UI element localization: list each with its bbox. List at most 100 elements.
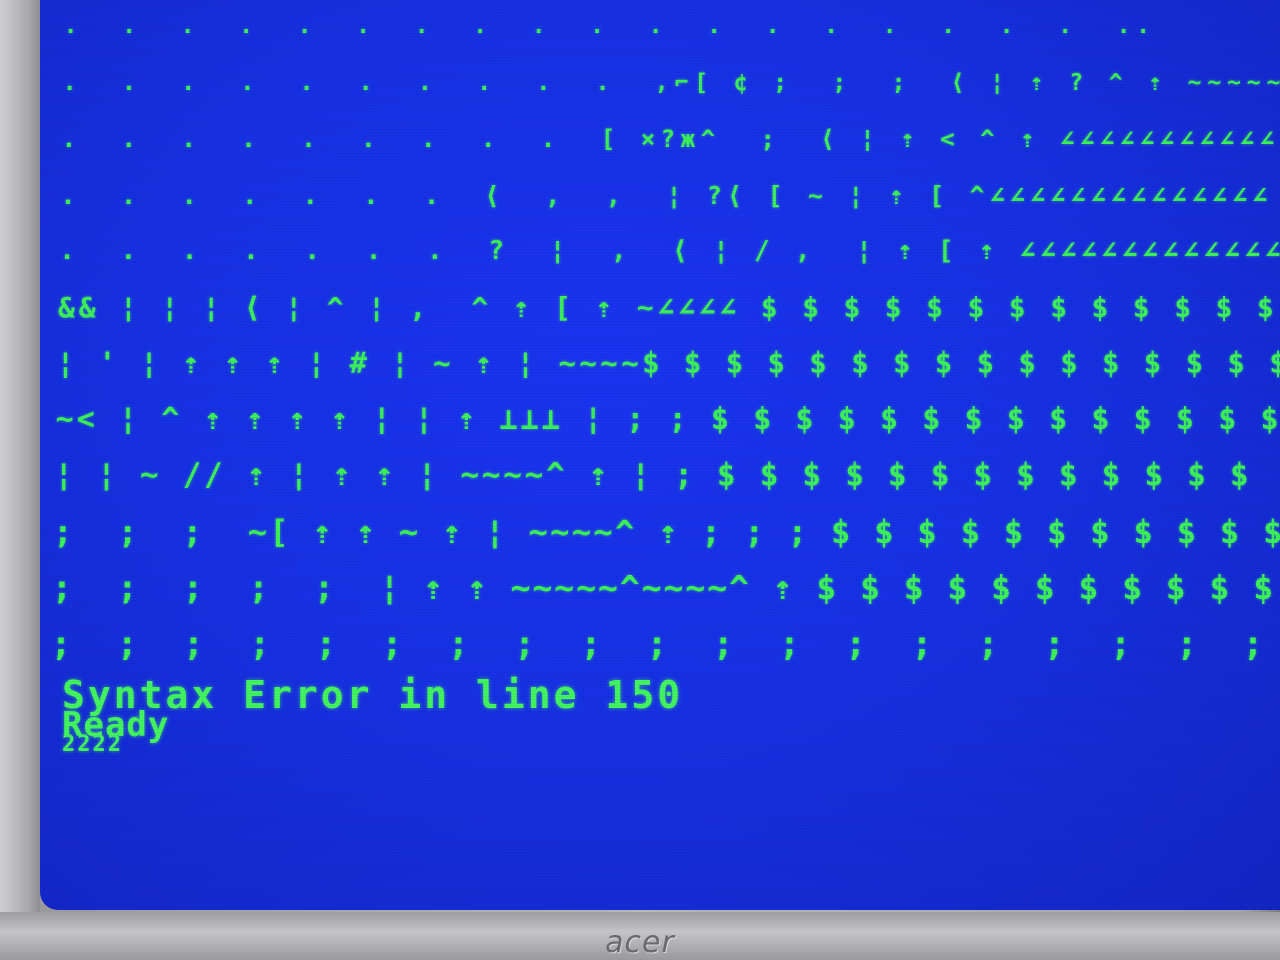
screen-glyph: ∠ <box>1119 125 1135 153</box>
screen-glyph: . <box>121 125 136 153</box>
screen-glyph: ; <box>514 623 535 664</box>
screen-glyph: $ <box>809 346 827 380</box>
screen-glyph: $ <box>1269 346 1280 380</box>
screen-glyph: $ <box>922 401 941 437</box>
screen-glyph: ∠ <box>1101 236 1118 266</box>
screen-glyph: $ <box>1263 512 1280 551</box>
screen-glyph: ~ <box>663 568 684 607</box>
screen-glyph: & <box>78 290 96 324</box>
screen-glyph: ~ <box>528 512 548 551</box>
screen-glyph: ∠ <box>1159 125 1175 153</box>
screen-glyph: ¦ <box>485 512 505 551</box>
screen-glyph: ∠ <box>1099 125 1115 153</box>
screen-glyph: ^ <box>980 125 995 153</box>
screen-glyph: ⇡ <box>772 568 793 607</box>
screen-glyph: ~ <box>1227 69 1241 96</box>
screen-glyph: ' <box>98 346 117 380</box>
screen-glyph: & <box>58 290 75 324</box>
screen-glyph: $ <box>1143 346 1162 380</box>
screen-glyph: ¦ <box>119 401 138 437</box>
screen-glyph: $ <box>1078 568 1099 607</box>
screen-glyph: $ <box>1133 512 1153 551</box>
screen-glyph: ; <box>448 623 469 664</box>
screen-glyph: ∠ <box>1179 125 1195 153</box>
screen-glyph: ¦ <box>860 125 875 153</box>
screen-glyph: $ <box>1165 568 1186 607</box>
screen-glyph: . <box>64 14 78 39</box>
screen-glyph: ⌐ <box>674 69 689 96</box>
screen-glyph: ~ <box>621 346 639 380</box>
screen-glyph: , <box>605 180 621 210</box>
screen-glyph: ⇡ <box>588 457 608 493</box>
screen-glyph: ∠ <box>1239 125 1255 153</box>
screen-glyph: ? <box>706 180 722 210</box>
screen-glyph: $ <box>1016 457 1035 493</box>
screen-glyph: ⇡ <box>224 346 242 380</box>
basic-console-screen[interactable]: .............................., ⌐[¢;;; ⟨ ¦ ⇡… <box>40 0 1280 910</box>
screen-glyph: $ <box>1219 512 1240 551</box>
screen-glyph: ^ <box>471 290 489 324</box>
screen-glyph: $ <box>1260 401 1279 437</box>
screen-glyph: ∠ <box>1090 180 1106 210</box>
screen-glyph: [ <box>554 290 571 324</box>
screen-glyph: ; <box>1110 623 1131 664</box>
screen-glyph: . <box>540 125 556 153</box>
screen-glyph: , <box>545 180 561 210</box>
screen-glyph: $ <box>874 512 894 551</box>
screen-glyph: ∠ <box>1060 125 1075 153</box>
screen-glyph: . <box>595 69 610 96</box>
screen-glyph: $ <box>1050 290 1068 324</box>
screen-glyph: ⇡ <box>288 401 307 437</box>
screen-glyph: ⇡ <box>512 290 530 324</box>
screen-glyph: ∠ <box>1009 180 1025 210</box>
screen-glyph: ; <box>891 69 906 96</box>
screen-glyph: . <box>427 236 443 266</box>
screen-glyph: . <box>181 125 196 153</box>
screen-glyph: ⊥ <box>499 401 518 437</box>
screen-glyph: . <box>707 14 721 39</box>
screen-glyph: ⇡ <box>375 457 394 493</box>
screen-glyph: ~ <box>807 180 823 210</box>
screen-glyph: / <box>182 457 202 493</box>
screen-glyph: $ <box>887 457 907 493</box>
screen-glyph: ∠ <box>678 290 695 324</box>
screen-glyph: [ <box>929 180 945 210</box>
screen-glyph: . <box>181 69 196 96</box>
screen-glyph: ¦ <box>307 346 326 380</box>
screen-glyph: ; <box>1242 623 1264 664</box>
screen-glyph: . <box>304 236 321 266</box>
screen-glyph: $ <box>1122 568 1143 607</box>
screen-glyph: $ <box>716 457 736 493</box>
screen-glyph: ~ <box>558 346 576 380</box>
screen-glyph: ¦ <box>414 401 433 437</box>
screen-glyph: $ <box>880 401 899 437</box>
screen-glyph: ⇡ <box>312 512 332 551</box>
screen-glyph: ~ <box>593 512 613 551</box>
screen-glyph: $ <box>1174 290 1192 324</box>
screen-glyph: ; <box>381 623 403 664</box>
screen-glyph: $ <box>973 457 993 493</box>
garbled-character-art: .............................., ⌐[¢;;; ⟨ ¦ ⇡… <box>40 0 1280 690</box>
screen-glyph: $ <box>1227 346 1245 380</box>
screen-glyph: . <box>424 180 440 210</box>
screen-glyph: ¦ <box>54 457 74 493</box>
screen-glyph: ⇡ <box>246 457 266 493</box>
screen-glyph: $ <box>930 457 950 493</box>
screen-glyph: ∠ <box>1151 180 1167 210</box>
screen-glyph: . <box>1117 14 1131 39</box>
screen-glyph: ~ <box>685 568 706 607</box>
screen-glyph: ~ <box>510 568 531 607</box>
screen-glyph: ; <box>787 512 808 551</box>
screen-glyph: ~ <box>139 457 159 493</box>
screen-glyph: ∠ <box>1110 180 1126 210</box>
screen-glyph: $ <box>1090 512 1110 551</box>
screen-glyph: ^ <box>326 290 344 324</box>
screen-glyph: . <box>1136 14 1150 39</box>
screen-glyph: ^ <box>700 125 716 153</box>
screen-glyph: ⇡ <box>467 568 487 607</box>
screen-glyph: ⟨ <box>484 180 500 210</box>
screen-glyph: ¦ <box>202 290 220 324</box>
screen-glyph: $ <box>1018 346 1036 380</box>
screen-glyph: $ <box>759 457 779 493</box>
screen-glyph: ~ <box>600 346 618 380</box>
